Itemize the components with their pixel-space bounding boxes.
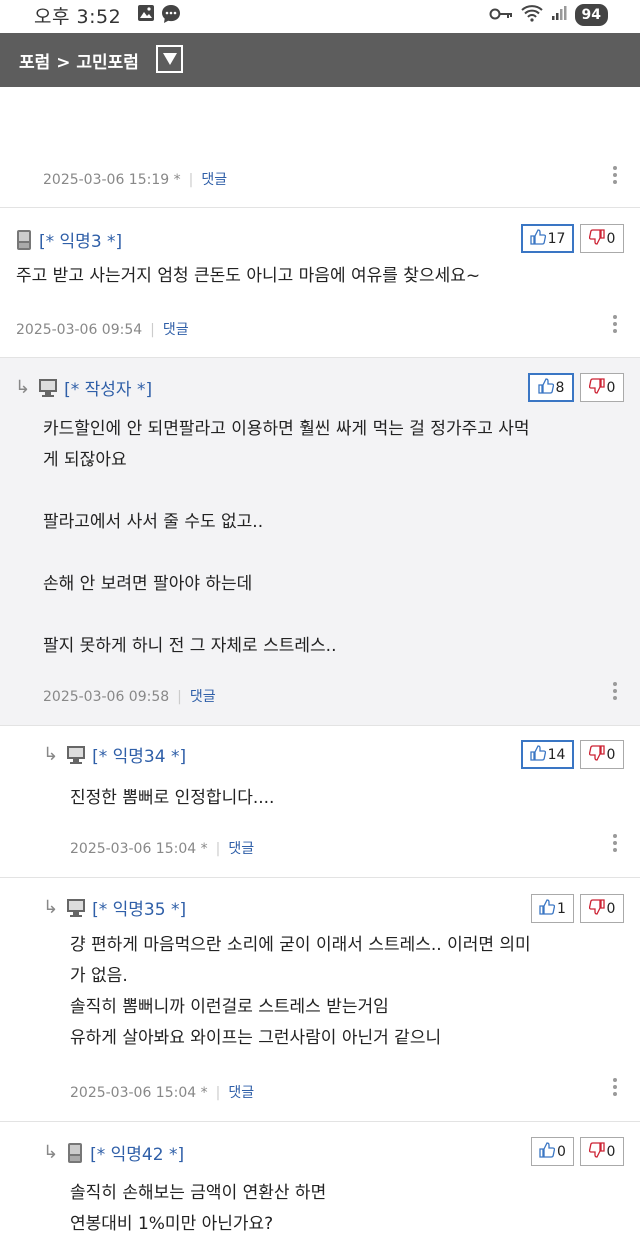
comment-date: 2025-03-06 09:58 (43, 689, 170, 705)
dislike-count: 0 (606, 1143, 616, 1160)
dislike-count: 0 (606, 746, 616, 763)
more-options-icon[interactable] (612, 315, 618, 333)
thumbs-up-icon (537, 377, 554, 398)
comment-text: 주고 받고 사는거지 엄청 큰돈도 아니고 마음에 여유를 찾으세요~ (16, 266, 481, 286)
dislike-button[interactable]: 0 (580, 224, 624, 253)
comment-item: 2025-03-06 15:19 * | 댓글 (0, 88, 640, 208)
like-count: 8 (555, 379, 565, 396)
like-button[interactable]: 1 (531, 894, 574, 923)
breadcrumb[interactable]: 포럼 > 고민포럼 (19, 48, 139, 73)
thumbs-down-icon (588, 744, 605, 765)
comment-item: ↳ [* 작성자 *] 8 0 카드할인에 안 되면팔라고 이용하면 훨씬 싸게… (0, 358, 640, 726)
reply-link[interactable]: 댓글 (201, 172, 227, 188)
comment-author[interactable]: [* 익명3 *] (39, 227, 122, 252)
like-button[interactable]: 0 (531, 1137, 574, 1166)
comment-date: 2025-03-06 15:04 * (70, 841, 208, 857)
forum-navbar: 포럼 > 고민포럼 (0, 33, 640, 87)
mobile-device-icon (15, 229, 33, 251)
reply-arrow-icon: ↳ (43, 744, 59, 765)
pc-monitor-icon (38, 378, 58, 398)
like-count: 1 (557, 900, 566, 917)
comment-author[interactable]: [* 작성자 *] (64, 375, 152, 400)
comment-item: [* 익명3 *] 17 0 주고 받고 사는거지 엄청 큰돈도 아니고 마음에… (0, 208, 640, 358)
chat-icon (161, 4, 181, 28)
more-options-icon[interactable] (612, 1078, 618, 1096)
battery-level: 94 (574, 4, 608, 26)
like-count: 17 (547, 230, 566, 247)
key-icon (489, 6, 513, 25)
gallery-icon (137, 4, 155, 28)
like-count: 0 (557, 1143, 566, 1160)
comment-text: 진정한 뽐뻐로 인정합니다.... (70, 788, 275, 808)
pc-monitor-icon (66, 898, 86, 918)
thumbs-up-icon (529, 228, 546, 249)
more-options-icon[interactable] (612, 166, 618, 184)
dislike-button[interactable]: 0 (580, 373, 624, 402)
comment-date: 2025-03-06 09:54 (16, 322, 143, 338)
reply-link[interactable]: 댓글 (228, 1085, 254, 1101)
dislike-count: 0 (606, 230, 616, 247)
thumbs-up-icon (529, 744, 546, 765)
comment-item: ↳ [* 익명35 *] 1 0 걍 편하게 마음먹으란 소리에 굳이 이래서 … (0, 878, 640, 1122)
comment-date: 2025-03-06 15:04 * (70, 1085, 208, 1101)
thumbs-up-icon (539, 1141, 556, 1162)
comment-text: 솔직히 손해보는 금액이 연환산 하면 연봉대비 1%미만 아닌가요? (70, 1183, 327, 1234)
thumbs-up-icon (539, 898, 556, 919)
comment-item: ↳ [* 익명42 *] 0 0 솔직히 손해보는 금액이 연환산 하면 연봉대… (0, 1122, 640, 1242)
dislike-button[interactable]: 0 (580, 894, 624, 923)
signal-icon (551, 5, 567, 25)
thumbs-down-icon (588, 898, 605, 919)
dislike-count: 0 (606, 379, 616, 396)
thumbs-down-icon (588, 1141, 605, 1162)
comment-date: 2025-03-06 15:19 * (43, 172, 181, 188)
like-button[interactable]: 14 (521, 740, 574, 769)
dislike-button[interactable]: 0 (580, 1137, 624, 1166)
reply-arrow-icon: ↳ (43, 1142, 59, 1163)
mobile-device-icon (66, 1142, 84, 1164)
pc-monitor-icon (66, 745, 86, 765)
comment-author[interactable]: [* 익명34 *] (92, 742, 186, 767)
status-bar: 오후 3:52 94 (0, 0, 640, 32)
thumbs-down-icon (588, 228, 605, 249)
thumbs-down-icon (588, 377, 605, 398)
reply-arrow-icon: ↳ (15, 377, 31, 398)
dislike-count: 0 (606, 900, 616, 917)
triangle-down-icon (162, 50, 177, 69)
comment-author[interactable]: [* 익명35 *] (92, 895, 186, 920)
like-button[interactable]: 8 (528, 373, 574, 402)
reply-link[interactable]: 댓글 (190, 689, 216, 705)
like-count: 14 (547, 746, 566, 763)
more-options-icon[interactable] (612, 682, 618, 700)
more-options-icon[interactable] (612, 834, 618, 852)
comment-author[interactable]: [* 익명42 *] (90, 1140, 184, 1165)
reply-arrow-icon: ↳ (43, 897, 59, 918)
reply-link[interactable]: 댓글 (228, 841, 254, 857)
reply-link[interactable]: 댓글 (163, 322, 189, 338)
forum-dropdown-button[interactable] (156, 45, 183, 73)
comment-text: 걍 편하게 마음먹으란 소리에 굳이 이래서 스트레스.. 이러면 의미 가 없… (70, 935, 531, 1048)
like-button[interactable]: 17 (521, 224, 574, 253)
dislike-button[interactable]: 0 (580, 740, 624, 769)
comment-item: ↳ [* 익명34 *] 14 0 진정한 뽐뻐로 인정합니다.... 2025… (0, 726, 640, 878)
status-time: 오후 3:52 (34, 6, 122, 28)
wifi-icon (520, 4, 543, 26)
comment-text: 카드할인에 안 되면팔라고 이용하면 훨씬 싸게 먹는 걸 정가주고 사먹 게 … (43, 419, 530, 656)
